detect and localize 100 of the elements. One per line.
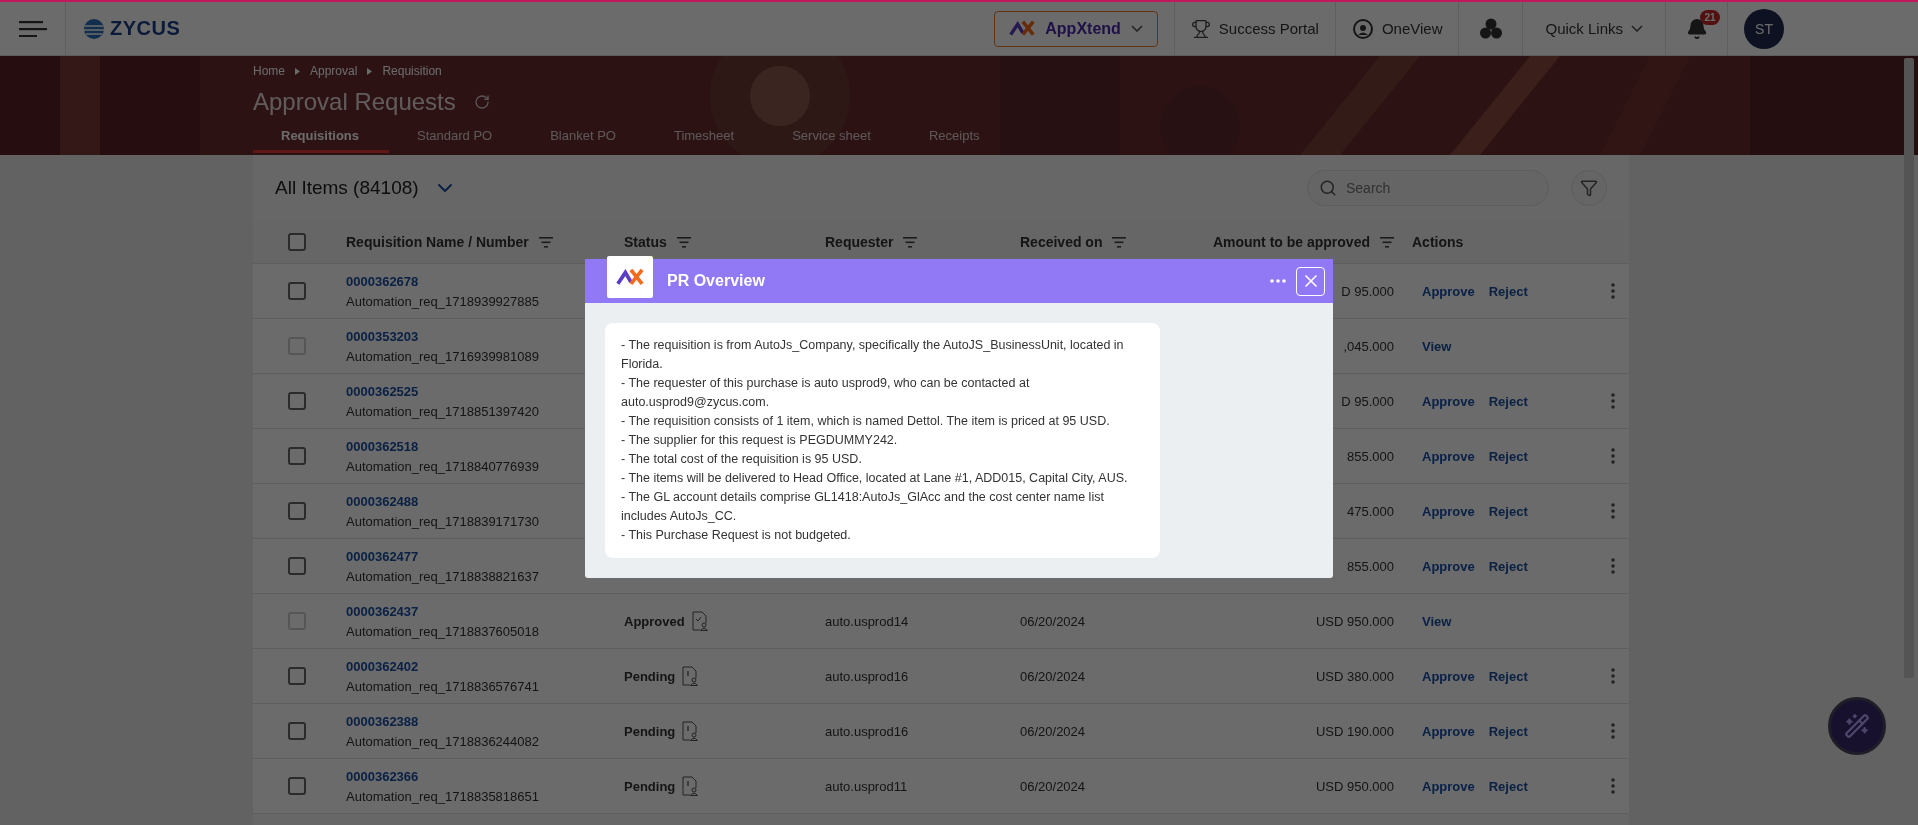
tab[interactable]: Standard PO — [389, 122, 523, 153]
tab[interactable]: Blanket PO — [522, 122, 646, 153]
breadcrumb-link[interactable]: Requisition — [382, 64, 442, 78]
status-text: Approved — [624, 613, 685, 629]
sort-icon[interactable] — [676, 236, 691, 248]
action-link[interactable]: Reject — [1488, 668, 1528, 684]
kebab-icon[interactable] — [1611, 393, 1615, 409]
requisition-number-link[interactable]: 0000362488 — [346, 493, 419, 509]
action-link[interactable]: Approve — [1422, 448, 1475, 464]
requisition-number-link[interactable]: 0000362477 — [346, 548, 419, 564]
kebab-icon[interactable] — [1611, 668, 1615, 684]
logo-text: ZYCUS — [110, 17, 181, 40]
list-title: All Items (84108) — [275, 177, 419, 199]
amount-text: USD 190.000 — [1315, 723, 1394, 739]
column-header: Received on — [1020, 234, 1103, 250]
requisition-number-link[interactable]: 0000362525 — [346, 383, 419, 399]
sort-icon[interactable] — [1380, 236, 1394, 248]
row-checkbox[interactable] — [288, 557, 306, 575]
document-person-icon — [690, 611, 709, 631]
select-all-checkbox[interactable] — [288, 233, 306, 251]
action-link[interactable]: Approve — [1422, 393, 1475, 409]
row-checkbox[interactable] — [288, 502, 306, 520]
filter-icon — [1580, 179, 1598, 197]
date-text: 06/20/2024 — [1020, 779, 1086, 794]
row-checkbox[interactable] — [288, 282, 306, 300]
magic-wand-button[interactable] — [1828, 697, 1886, 755]
user-avatar[interactable]: ST — [1744, 8, 1784, 49]
requisition-number-link[interactable]: 0000362366 — [346, 768, 419, 784]
quick-links-menu[interactable]: Quick Links — [1545, 20, 1643, 37]
row-checkbox[interactable] — [288, 777, 306, 795]
tab[interactable]: Service sheet — [764, 122, 901, 153]
action-link[interactable]: Reject — [1488, 393, 1528, 409]
amount-text: D 95.000 — [1341, 283, 1394, 299]
summary-line: - The GL account details comprise GL1418:AutoJs_GlAcc and the cost center name list includes AutoJs_CC. — [621, 489, 1105, 525]
action-link[interactable]: Approve — [1422, 778, 1475, 794]
action-link[interactable]: Reject — [1488, 448, 1528, 464]
requisition-name: Automation_req_1718835818651 — [346, 788, 539, 804]
action-link[interactable]: Reject — [1488, 503, 1528, 519]
row-checkbox[interactable] — [288, 392, 306, 410]
action-link[interactable]: Reject — [1488, 283, 1528, 299]
column-header: Requisition Name / Number — [346, 234, 529, 250]
status-text: Pending — [624, 668, 676, 684]
scrollbar[interactable] — [1904, 58, 1914, 678]
amount-text: USD 950.000 — [1315, 778, 1394, 794]
kebab-icon[interactable] — [1611, 723, 1615, 739]
amount-text: 855.000 — [1347, 448, 1394, 464]
tab[interactable]: Receipts — [900, 122, 1010, 153]
menu-icon[interactable] — [18, 20, 47, 37]
document-person-icon — [681, 721, 700, 741]
chevron-down-icon — [1631, 25, 1643, 32]
kebab-icon[interactable] — [1611, 558, 1615, 574]
nav-link[interactable]: OneView — [1381, 20, 1443, 37]
requisition-number-link[interactable]: 0000362402 — [346, 658, 419, 674]
tab[interactable]: Timesheet — [645, 122, 765, 153]
action-link[interactable]: Reject — [1488, 723, 1528, 739]
column-header: Amount to be approved — [1212, 234, 1370, 250]
requisition-name: Automation_req_1718837605018 — [346, 623, 539, 639]
kebab-icon[interactable] — [1611, 283, 1615, 299]
headset-icon — [1351, 17, 1374, 40]
action-link[interactable]: Reject — [1488, 558, 1528, 574]
requester-text: auto.usprod14 — [825, 614, 909, 629]
kebab-icon[interactable] — [1611, 503, 1615, 519]
requisition-number-link[interactable]: 0000362518 — [346, 438, 419, 454]
requisition-name: Automation_req_1718836576741 — [346, 678, 539, 694]
nav-link[interactable]: Success Portal — [1218, 20, 1319, 37]
refresh-icon[interactable] — [473, 94, 490, 110]
action-link[interactable]: Approve — [1422, 558, 1475, 574]
row-checkbox[interactable] — [288, 667, 306, 685]
status-text: Pending — [624, 778, 676, 794]
requisition-name: Automation_req_1718839171730 — [346, 513, 539, 529]
summary-line: - The supplier for this request is PEGDUMMY242. — [621, 432, 899, 449]
summary-line: - The requester of this purchase is auto usprod9, who can be contacted at auto.usprod9@zycus.com. — [621, 375, 1031, 411]
date-text: 06/20/2024 — [1020, 724, 1086, 739]
action-link[interactable]: Reject — [1488, 778, 1528, 794]
action-link[interactable]: Approve — [1422, 503, 1475, 519]
appxtend-button[interactable]: AppXtend — [994, 10, 1158, 47]
filter-button[interactable] — [1571, 170, 1607, 206]
amount-text: D 95.000 — [1341, 393, 1394, 409]
requester-text: auto.usprod16 — [825, 724, 909, 739]
action-link[interactable]: Approve — [1422, 283, 1475, 299]
breadcrumb-link[interactable]: Home — [253, 64, 285, 78]
requisition-number-link[interactable]: 0000362388 — [346, 713, 419, 729]
more-icon[interactable] — [1270, 279, 1286, 283]
kebab-icon[interactable] — [1611, 778, 1615, 794]
breadcrumb-link[interactable]: Approval — [310, 64, 358, 78]
sort-icon[interactable] — [1112, 236, 1127, 248]
sort-icon[interactable] — [903, 236, 918, 248]
trefoil-icon[interactable] — [1478, 16, 1503, 41]
row-checkbox[interactable] — [288, 447, 306, 465]
sort-icon[interactable] — [538, 236, 553, 248]
close-button[interactable] — [1296, 266, 1325, 296]
row-checkbox[interactable] — [288, 722, 306, 740]
summary-line: - The total cost of the requisition is 95 USD. — [621, 451, 863, 468]
amount-text: 475.000 — [1347, 503, 1394, 519]
kebab-icon[interactable] — [1611, 448, 1615, 464]
requisition-name: Automation_req_1718939927885 — [346, 293, 539, 309]
action-link[interactable]: Approve — [1422, 668, 1475, 684]
action-link[interactable]: Approve — [1422, 723, 1475, 739]
requisition-name: Automation_req_1718851397420 — [346, 403, 539, 419]
requisition-number-link[interactable]: 0000362678 — [346, 273, 419, 289]
